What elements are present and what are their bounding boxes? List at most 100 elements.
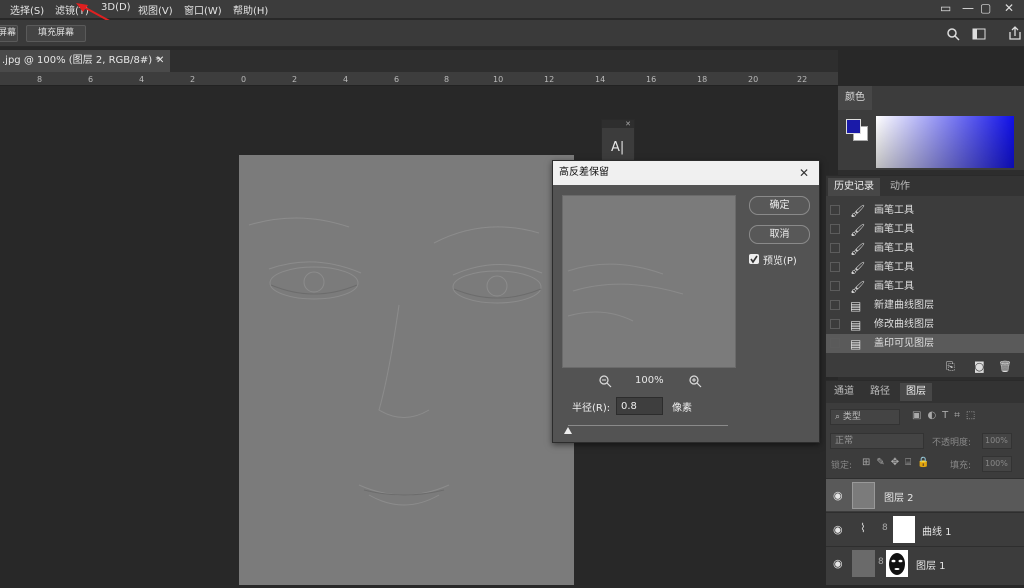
visibility-eye-icon[interactable]: ◉ bbox=[833, 523, 843, 536]
cancel-button[interactable]: 取消 bbox=[749, 225, 810, 244]
document-tab[interactable]: .jpg @ 100% (图层 2, RGB/8#) * ✕ bbox=[0, 50, 170, 72]
tab-layers[interactable]: 图层 bbox=[900, 383, 932, 401]
radius-slider-track[interactable] bbox=[568, 425, 728, 426]
visibility-eye-icon[interactable]: ◉ bbox=[833, 489, 843, 502]
opacity-label: 不透明度: bbox=[932, 438, 972, 448]
blend-mode-select[interactable]: 正常 bbox=[830, 433, 924, 449]
history-item[interactable]: 🖌 画笔工具 bbox=[826, 220, 1024, 239]
tab-actions[interactable]: 动作 bbox=[884, 178, 916, 196]
history-checkbox[interactable] bbox=[830, 300, 840, 310]
layer-mask-thumbnail bbox=[886, 550, 908, 577]
history-checkbox[interactable] bbox=[830, 338, 840, 348]
tab-channels[interactable]: 通道 bbox=[828, 383, 860, 401]
layer-filter-select[interactable]: ⌕ 类型 bbox=[830, 409, 900, 425]
layer-row[interactable]: ◉ 8 图层 1 bbox=[826, 546, 1024, 579]
menu-window[interactable]: 窗口(W) bbox=[184, 2, 222, 17]
history-checkbox[interactable] bbox=[830, 319, 840, 329]
ruler-tick: 20 bbox=[748, 75, 759, 84]
preview-checkbox[interactable] bbox=[749, 254, 759, 264]
menu-select[interactable]: 选择(S) bbox=[10, 2, 44, 17]
canvas-image[interactable] bbox=[239, 155, 574, 585]
menu-bar: 选择(S) 滤镜(T) 3D(D) 视图(V) 窗口(W) 帮助(H) ▭ — … bbox=[0, 0, 1024, 18]
menu-help[interactable]: 帮助(H) bbox=[233, 2, 268, 17]
close-icon[interactable]: ✕ bbox=[1004, 1, 1014, 15]
history-item-label: 画笔工具 bbox=[874, 243, 914, 254]
fill-label: 填充: bbox=[950, 461, 972, 471]
lock-icons[interactable]: ⊞✎✥⌸🔒 bbox=[862, 457, 936, 468]
history-checkbox[interactable] bbox=[830, 262, 840, 272]
fill-input[interactable]: 100% bbox=[982, 456, 1012, 472]
layer-name[interactable]: 图层 1 bbox=[916, 557, 946, 572]
zoom-in-icon[interactable] bbox=[688, 374, 702, 388]
radius-input[interactable] bbox=[616, 397, 663, 415]
tab-close-icon[interactable]: ✕ bbox=[156, 50, 164, 72]
history-checkbox[interactable] bbox=[830, 281, 840, 291]
layer-thumbnail bbox=[852, 550, 875, 577]
history-item-label: 新建曲线图层 bbox=[874, 300, 934, 311]
ruler-tick: 2 bbox=[190, 75, 196, 84]
history-item-label: 画笔工具 bbox=[874, 224, 914, 235]
text-tool-icon[interactable]: A| bbox=[611, 140, 624, 155]
snapshot-icon[interactable]: ⎘ bbox=[946, 360, 955, 374]
layer-name[interactable]: 曲线 1 bbox=[922, 523, 952, 538]
trash-icon[interactable]: 🗑 bbox=[998, 360, 1012, 373]
share-icon[interactable] bbox=[1008, 25, 1022, 41]
history-item[interactable]: ▤ 新建曲线图层 bbox=[826, 296, 1024, 315]
layer-filter-icons[interactable]: ▣◐T⌗⬚ bbox=[912, 410, 981, 421]
dialog-title-bar[interactable]: 高反差保留 ✕ bbox=[553, 161, 819, 185]
layer-mask-thumbnail bbox=[893, 516, 915, 543]
face-mask-icon bbox=[889, 553, 905, 575]
history-item-label: 画笔工具 bbox=[874, 262, 914, 273]
layer-row[interactable]: ◉ ⌇ 8 曲线 1 bbox=[826, 512, 1024, 545]
tab-color[interactable]: 颜色 bbox=[838, 86, 872, 110]
filter-preview[interactable] bbox=[562, 195, 736, 368]
opacity-input[interactable]: 100% bbox=[982, 433, 1012, 449]
visibility-eye-icon[interactable]: ◉ bbox=[833, 557, 843, 570]
history-item-selected[interactable]: ▤ 盖印可见图层 bbox=[826, 334, 1024, 353]
history-item[interactable]: ▤ 修改曲线图层 bbox=[826, 315, 1024, 334]
history-checkbox[interactable] bbox=[830, 243, 840, 253]
maximize-icon[interactable]: ▢ bbox=[980, 1, 991, 15]
history-item[interactable]: 🖌 画笔工具 bbox=[826, 277, 1024, 296]
layer-row-selected[interactable]: ◉ 图层 2 bbox=[826, 478, 1024, 511]
radius-slider-thumb[interactable] bbox=[564, 427, 572, 434]
dialog-title: 高反差保留 bbox=[559, 167, 609, 178]
link-icon[interactable]: 8 bbox=[878, 557, 884, 567]
ruler-tick: 6 bbox=[394, 75, 400, 84]
link-icon[interactable]: 8 bbox=[882, 523, 888, 533]
fit-screen-button[interactable]: 屏幕 bbox=[0, 25, 18, 42]
horizontal-ruler: 8 6 4 2 0 2 4 6 8 10 12 14 16 18 20 22 bbox=[0, 72, 838, 86]
face-texture bbox=[248, 217, 543, 506]
history-checkbox[interactable] bbox=[830, 224, 840, 234]
lock-label: 锁定: bbox=[831, 461, 853, 471]
history-item-label: 修改曲线图层 bbox=[874, 319, 934, 330]
ruler-tick: 6 bbox=[88, 75, 94, 84]
history-item[interactable]: 🖌 画笔工具 bbox=[826, 201, 1024, 220]
ruler-tick: 4 bbox=[343, 75, 349, 84]
ruler-tick: 18 bbox=[697, 75, 708, 84]
minimize-icon[interactable]: — bbox=[962, 1, 974, 15]
restore-icon[interactable]: ▭ bbox=[940, 1, 951, 15]
dialog-close-icon[interactable]: ✕ bbox=[799, 161, 809, 185]
ruler-tick: 14 bbox=[595, 75, 606, 84]
mini-panel-close-icon[interactable]: ✕ bbox=[602, 120, 634, 128]
ok-button[interactable]: 确定 bbox=[749, 196, 810, 215]
zoom-out-icon[interactable] bbox=[598, 374, 612, 388]
ruler-tick: 16 bbox=[646, 75, 657, 84]
workspace-icon[interactable] bbox=[972, 27, 986, 41]
layer-name[interactable]: 图层 2 bbox=[884, 489, 914, 504]
ruler-tick: 4 bbox=[139, 75, 145, 84]
ruler-tick: 22 bbox=[797, 75, 808, 84]
history-checkbox[interactable] bbox=[830, 205, 840, 215]
menu-view[interactable]: 视图(V) bbox=[138, 2, 173, 17]
history-item[interactable]: 🖌 画笔工具 bbox=[826, 239, 1024, 258]
fill-screen-button[interactable]: 填充屏幕 bbox=[26, 25, 86, 42]
camera-icon[interactable]: ◙ bbox=[974, 360, 985, 373]
tab-paths[interactable]: 路径 bbox=[864, 383, 896, 401]
history-item[interactable]: 🖌 画笔工具 bbox=[826, 258, 1024, 277]
foreground-color-swatch[interactable] bbox=[846, 119, 861, 134]
color-picker-field[interactable] bbox=[876, 116, 1014, 168]
search-icon[interactable] bbox=[946, 27, 960, 41]
document-tab-label: .jpg @ 100% (图层 2, RGB/8#) * bbox=[2, 55, 161, 66]
tab-history[interactable]: 历史记录 bbox=[828, 178, 880, 196]
